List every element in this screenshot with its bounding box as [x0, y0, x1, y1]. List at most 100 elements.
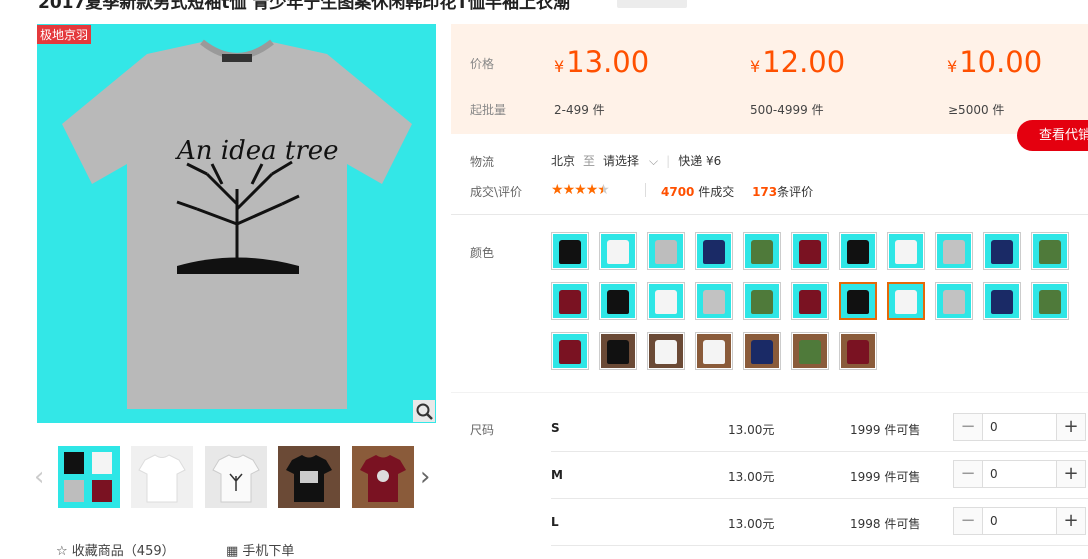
color-swatch[interactable] — [743, 232, 781, 270]
size-price: 13.00元 — [728, 470, 775, 484]
color-swatch[interactable] — [551, 232, 589, 270]
color-swatch[interactable] — [791, 282, 829, 320]
thumbnail-3[interactable] — [205, 446, 267, 508]
swatch-shirt-image — [703, 290, 725, 314]
color-swatch[interactable] — [839, 232, 877, 270]
swatch-shirt-image — [655, 290, 677, 314]
half-star-icon: ★ — [597, 182, 610, 198]
decrement-button[interactable]: − — [954, 414, 983, 440]
divider — [451, 214, 1088, 215]
swatch-shirt-image — [1039, 290, 1061, 314]
increment-button[interactable]: + — [1056, 461, 1085, 487]
quantity-input[interactable]: 0 — [990, 514, 998, 528]
quantity-stepper[interactable]: − 0 + — [953, 507, 1086, 535]
mobile-order-button[interactable]: ▦ 手机下单 — [226, 540, 294, 559]
rating-stars: ★★★★★ — [551, 182, 610, 198]
size-m: M — [551, 468, 563, 482]
color-swatch[interactable] — [551, 282, 589, 320]
zoom-icon[interactable] — [413, 400, 435, 422]
deals-text: 件成交 — [694, 185, 735, 199]
color-swatch[interactable] — [743, 282, 781, 320]
currency-symbol: ¥ — [554, 57, 565, 76]
swatch-shirt-image — [943, 290, 965, 314]
title-badge — [617, 0, 687, 8]
color-swatch[interactable] — [551, 332, 589, 370]
origin-city: 北京 — [551, 154, 576, 168]
quantity-input[interactable]: 0 — [990, 420, 998, 434]
view-dropship-button[interactable]: 查看代销 — [1017, 120, 1088, 151]
quantity-stepper[interactable]: − 0 + — [953, 413, 1086, 441]
color-swatch[interactable] — [935, 232, 973, 270]
thumb-next-icon[interactable]: › — [420, 462, 430, 492]
swatch-shirt-image — [895, 240, 917, 264]
divider — [551, 451, 1088, 452]
color-swatch[interactable] — [1031, 232, 1069, 270]
batch-qty-2: 500-4999 件 — [750, 103, 824, 117]
brand-tag: 极地京羽 — [37, 25, 92, 44]
color-swatch[interactable] — [983, 232, 1021, 270]
thumbnail-4[interactable] — [278, 446, 340, 508]
thumbnail-1[interactable] — [58, 446, 120, 508]
color-swatch[interactable] — [935, 282, 973, 320]
shirt-print-text: An idea tree — [175, 136, 339, 166]
deals-summary[interactable]: 4700 件成交 173条评价 — [661, 183, 813, 200]
color-swatch[interactable] — [1031, 282, 1069, 320]
favorite-button[interactable]: ☆ 收藏商品（459） — [56, 540, 175, 559]
divider — [551, 498, 1088, 499]
express-fee: 快递 ¥6 — [678, 154, 722, 168]
increment-button[interactable]: + — [1056, 414, 1085, 440]
swatch-shirt-image — [703, 340, 725, 364]
decrement-button[interactable]: − — [954, 508, 983, 534]
color-swatch[interactable] — [647, 282, 685, 320]
swatch-shirt-image — [799, 240, 821, 264]
color-swatch[interactable] — [599, 332, 637, 370]
swatch-shirt-image — [607, 290, 629, 314]
destination-select[interactable]: 请选择 — [603, 154, 639, 168]
currency-symbol: ¥ — [947, 57, 958, 76]
color-swatch[interactable] — [887, 282, 925, 320]
quantity-stepper[interactable]: − 0 + — [953, 460, 1086, 488]
swatch-shirt-image — [799, 340, 821, 364]
color-swatch[interactable] — [839, 282, 877, 320]
swatch-shirt-image — [559, 240, 581, 264]
color-swatch[interactable] — [983, 282, 1021, 320]
color-swatch[interactable] — [839, 332, 877, 370]
swatch-shirt-image — [847, 240, 869, 264]
star-icon: ★ — [562, 182, 576, 198]
product-title: 2017夏季新款男式短袖t恤 青少年宁生图案休闲韩印花T恤半袖上衣潮 — [38, 0, 570, 13]
price-tier-2: ¥12.00 — [750, 45, 845, 79]
thumbnail-5[interactable] — [352, 446, 414, 508]
color-swatch[interactable] — [599, 282, 637, 320]
increment-button[interactable]: + — [1056, 508, 1085, 534]
logistics-label: 物流 — [470, 155, 495, 169]
swatch-shirt-image — [751, 290, 773, 314]
color-swatch[interactable] — [695, 232, 733, 270]
swatch-shirt-image — [751, 340, 773, 364]
deals-count: 4700 — [661, 185, 695, 199]
color-swatch[interactable] — [791, 332, 829, 370]
swatch-shirt-image — [991, 290, 1013, 314]
swatch-shirt-image — [703, 240, 725, 264]
thumb-prev-icon[interactable]: ‹ — [34, 462, 44, 492]
swatch-shirt-image — [799, 290, 821, 314]
size-stock: 1998 件可售 — [850, 517, 921, 531]
thumbnail-2[interactable] — [131, 446, 193, 508]
color-swatch[interactable] — [695, 332, 733, 370]
decrement-button[interactable]: − — [954, 461, 983, 487]
star-icon: ★ — [585, 182, 599, 198]
color-swatch[interactable] — [887, 232, 925, 270]
size-l: L — [551, 515, 559, 529]
color-swatch[interactable] — [647, 232, 685, 270]
color-swatch[interactable] — [791, 232, 829, 270]
quantity-input[interactable]: 0 — [990, 467, 998, 481]
swatch-shirt-image — [847, 340, 869, 364]
color-swatch[interactable] — [743, 332, 781, 370]
color-swatch[interactable] — [647, 332, 685, 370]
chevron-down-icon[interactable]: ⌵ — [649, 154, 658, 168]
main-product-image[interactable]: An idea tree — [37, 24, 436, 423]
size-label: 尺码 — [470, 423, 495, 437]
color-swatch[interactable] — [599, 232, 637, 270]
batch-label: 起批量 — [470, 103, 507, 117]
color-swatch[interactable] — [695, 282, 733, 320]
swatch-shirt-image — [655, 340, 677, 364]
